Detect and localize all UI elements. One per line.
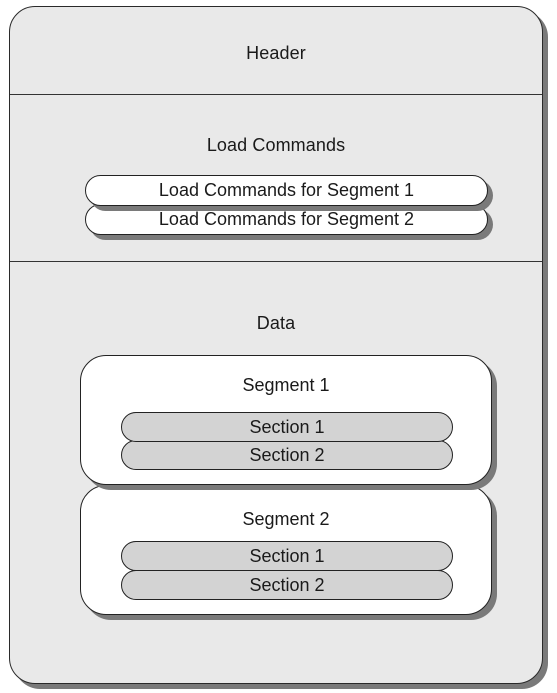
segment-title: Segment 2	[242, 509, 330, 529]
header-divider	[10, 94, 542, 95]
section-pill: Section 1	[121, 541, 453, 571]
segment-box-2: Segment 2 Section 1 Section 2	[80, 485, 492, 615]
data-title: Data	[256, 313, 296, 333]
section-pill: Section 2	[121, 570, 453, 600]
load-commands-title: Load Commands	[206, 135, 346, 155]
section-pill: Section 2	[121, 440, 453, 470]
load-command-segment-1: Load Commands for Segment 1	[85, 175, 488, 206]
segment-box-1: Segment 1 Section 1 Section 2	[80, 355, 492, 485]
load-command-segment-2: Load Commands for Segment 2	[85, 204, 488, 235]
file-layout-container: Header Load Commands Load Commands for S…	[9, 6, 543, 684]
load-commands-divider	[10, 261, 542, 262]
section-pill: Section 1	[121, 412, 453, 442]
diagram-canvas: Header Load Commands Load Commands for S…	[0, 0, 557, 693]
header-label: Header	[246, 43, 306, 63]
segment-title: Segment 1	[242, 375, 330, 395]
